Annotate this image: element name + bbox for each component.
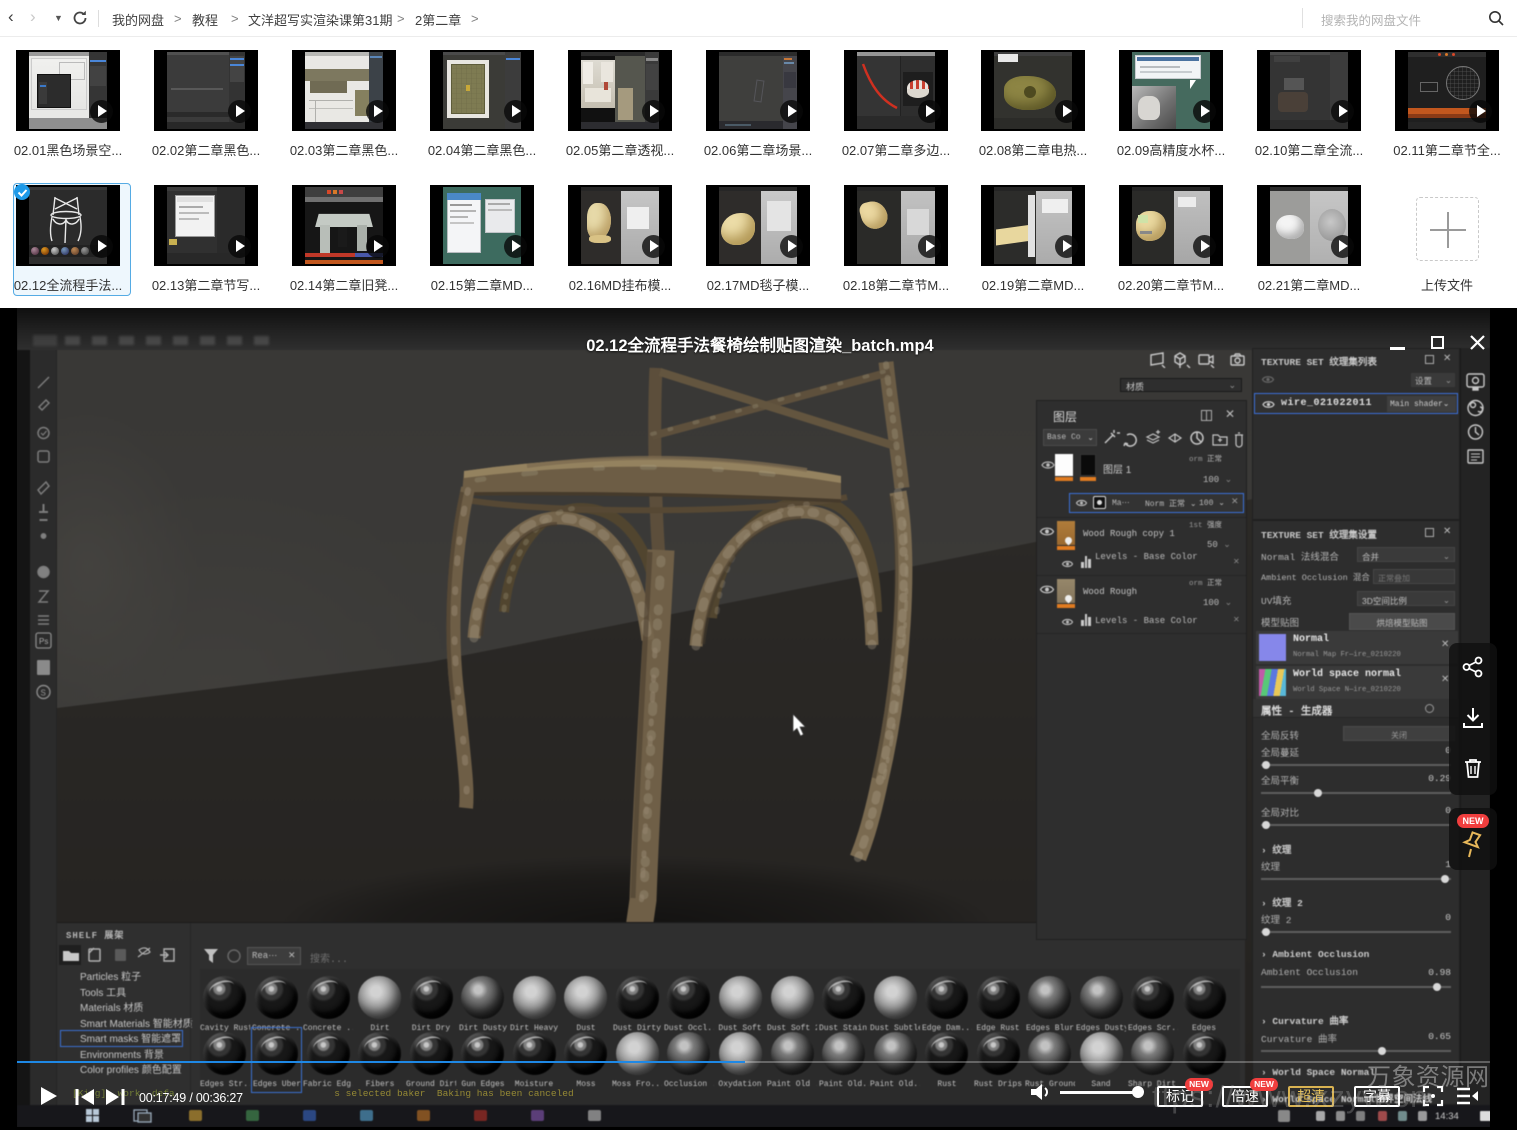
svg-text:S: S — [41, 689, 46, 698]
svg-text:Ps: Ps — [39, 637, 48, 646]
